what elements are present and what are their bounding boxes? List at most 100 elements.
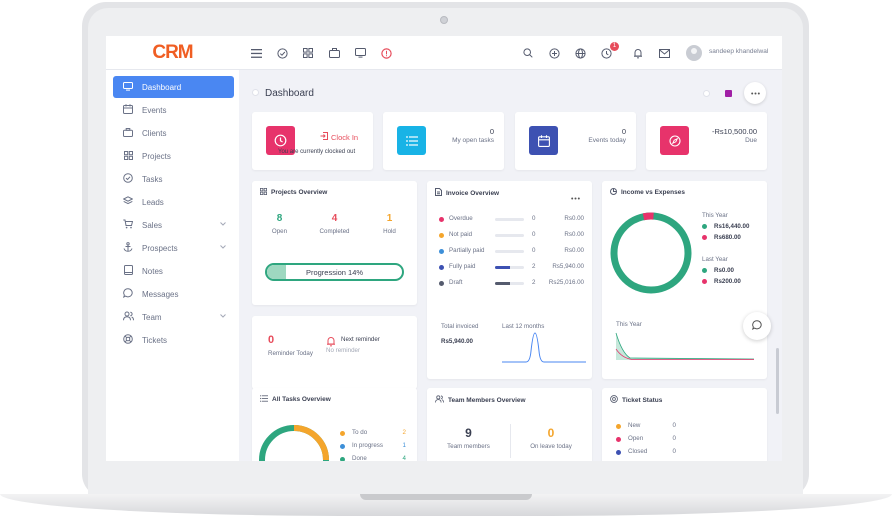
income-expenses-card: Income vs Expenses This Year Rs16,440.00… xyxy=(602,181,767,379)
laptop-notch xyxy=(360,494,532,500)
invoice-status-label: Draft xyxy=(449,279,463,286)
lifebuoy-icon xyxy=(610,395,618,405)
card-title: All Tasks Overview xyxy=(260,395,331,404)
open-tasks-value: 0 xyxy=(489,127,494,136)
legend-dot xyxy=(702,268,707,273)
ticket-status-row[interactable]: New 0 xyxy=(616,422,676,432)
income-area-chart xyxy=(615,332,755,360)
card-title-text: Ticket Status xyxy=(622,396,663,404)
ticket-status-label: Closed xyxy=(628,448,648,455)
total-invoiced-value: Rs5,940.00 xyxy=(441,338,473,345)
invoice-amount: Rs5,940.00 xyxy=(552,263,584,270)
task-status-label: In progress xyxy=(352,442,383,449)
ticket-status-row[interactable]: Open 0 xyxy=(616,435,676,445)
card-title-text: Invoice Overview xyxy=(446,189,500,197)
next-reminder-title: Next reminder xyxy=(341,336,380,343)
card-title: Ticket Status xyxy=(610,395,662,405)
stat-value: 8 xyxy=(276,213,283,224)
card-title: Team Members Overview xyxy=(435,395,526,405)
legend-dot xyxy=(340,444,345,449)
stat-label: Open xyxy=(271,228,288,235)
invoice-status-label: Fully paid xyxy=(449,263,476,270)
task-status-label: To do xyxy=(352,429,368,436)
team-members-stat[interactable]: 9 Team members xyxy=(427,426,510,450)
due-label: Due xyxy=(745,137,757,144)
events-today-card[interactable]: 0 Events today xyxy=(515,112,636,170)
grid-icon xyxy=(260,188,268,197)
invoice-row[interactable]: Fully paid 2 Rs5,940.00 xyxy=(439,263,584,273)
legend-dot xyxy=(616,437,621,442)
invoice-bar xyxy=(495,218,524,221)
legend-dot xyxy=(340,431,345,436)
legend-dot xyxy=(439,265,444,270)
more-options-button[interactable] xyxy=(744,82,766,104)
invoice-row[interactable]: Not paid 0 Rs0.00 xyxy=(439,231,584,241)
invoice-amount: Rs0.00 xyxy=(564,247,584,254)
this-year-expense: Rs680.00 xyxy=(702,234,741,241)
invoice-bar xyxy=(495,282,524,285)
color-square-purple[interactable] xyxy=(725,90,732,97)
value: Rs0.00 xyxy=(714,267,734,274)
tasks-donut-chart xyxy=(259,425,329,461)
on-leave-stat[interactable]: 0 On leave today xyxy=(510,426,592,450)
invoice-row[interactable]: Overdue 0 Rs0.00 xyxy=(439,215,584,225)
invoice-bar xyxy=(495,266,524,269)
stat-value: 9 xyxy=(465,426,472,440)
legend-dot xyxy=(616,450,621,455)
scrollbar[interactable] xyxy=(776,348,779,414)
calendar-icon xyxy=(529,126,558,155)
projects-overview-card: Projects Overview 8 Open 4 Completed 1 H… xyxy=(252,181,417,305)
invoice-sparkline xyxy=(502,332,586,363)
dashboard-dot-icon xyxy=(252,89,259,96)
card-title-text: Income vs Expenses xyxy=(621,189,685,196)
invoice-count: 0 xyxy=(532,215,536,222)
reminder-label: Reminder Today xyxy=(268,350,313,357)
invoice-count: 0 xyxy=(532,247,536,254)
color-dot-white[interactable] xyxy=(703,90,710,97)
open-tasks-card[interactable]: 0 My open tasks xyxy=(383,112,504,170)
reminder-card: 0 Reminder Today Next reminder No remind… xyxy=(252,316,417,389)
invoice-bar xyxy=(495,250,524,253)
task-status-row[interactable]: In progress 1 xyxy=(340,442,410,452)
legend-dot xyxy=(702,235,707,240)
compass-icon xyxy=(660,126,689,155)
clock-in-button[interactable]: Clock In xyxy=(320,132,358,142)
value: Rs680.00 xyxy=(714,234,741,241)
stat-label: Team members xyxy=(447,443,490,450)
due-value: -Rs10,500.00 xyxy=(711,127,757,136)
ticket-status-card: Ticket Status New 0 Open 0 Closed 0 xyxy=(602,388,767,461)
task-status-row[interactable]: To do 2 xyxy=(340,429,410,439)
this-year-label: This Year xyxy=(702,212,728,219)
invoice-amount: Rs0.00 xyxy=(564,215,584,222)
stat-open[interactable]: 8 Open xyxy=(252,213,307,235)
donut-expense-arc xyxy=(642,212,654,221)
progression-label: Progression 14% xyxy=(305,267,364,277)
last-year-label: Last Year xyxy=(702,256,728,263)
more-options-icon[interactable] xyxy=(571,187,580,205)
card-title: Income vs Expenses xyxy=(610,188,685,197)
chart-label: This Year xyxy=(616,321,642,328)
value: Rs200.00 xyxy=(714,278,741,285)
invoice-bar-fill xyxy=(495,266,510,269)
main-content: Dashboard Clock In You are currently clo… xyxy=(106,36,782,461)
next-reminder-value: No reminder xyxy=(326,347,361,354)
events-today-value: 0 xyxy=(621,127,626,136)
task-status-count: 2 xyxy=(402,429,406,436)
ticket-status-row[interactable]: Closed 0 xyxy=(616,448,676,458)
due-card[interactable]: -Rs10,500.00 Due xyxy=(646,112,767,170)
card-title: Projects Overview xyxy=(260,188,327,197)
task-status-count: 4 xyxy=(402,455,406,461)
chat-button[interactable] xyxy=(743,312,771,340)
legend-dot xyxy=(616,424,621,429)
card-title-text: Team Members Overview xyxy=(448,396,526,404)
legend-dot xyxy=(439,249,444,254)
stat-hold[interactable]: 1 Hold xyxy=(362,213,417,235)
stat-label: Completed xyxy=(319,228,350,235)
invoice-row[interactable]: Draft 2 Rs25,016.00 xyxy=(439,279,584,289)
ticket-status-count: 0 xyxy=(672,435,676,442)
invoice-count: 0 xyxy=(532,231,536,238)
invoice-amount: Rs25,016.00 xyxy=(548,279,584,286)
stat-completed[interactable]: 4 Completed xyxy=(307,213,362,235)
task-status-row[interactable]: Done 4 xyxy=(340,455,410,461)
invoice-row[interactable]: Partially paid 0 Rs0.00 xyxy=(439,247,584,257)
